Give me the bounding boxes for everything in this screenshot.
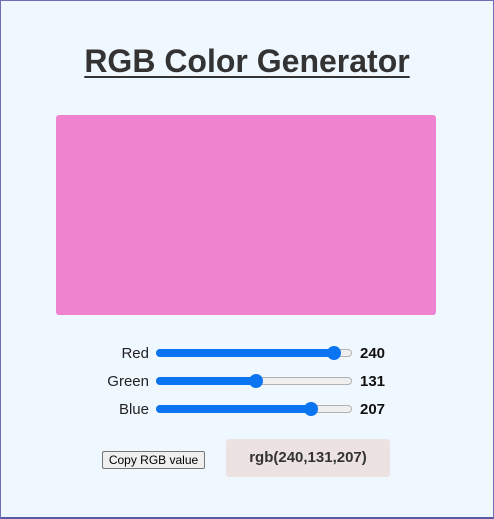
green-value: 131 — [360, 373, 386, 390]
blue-slider-fill — [156, 405, 312, 413]
red-slider-fill — [156, 349, 336, 357]
green-slider-fill — [156, 377, 258, 385]
red-slider-row: Red 240 — [1, 343, 494, 365]
blue-slider-row: Blue 207 — [1, 399, 494, 421]
blue-value: 207 — [360, 401, 386, 418]
color-preview — [56, 115, 436, 315]
red-slider[interactable] — [156, 346, 352, 360]
red-label: Red — [121, 345, 149, 362]
blue-slider[interactable] — [156, 402, 352, 416]
red-value: 240 — [360, 345, 386, 362]
blue-label: Blue — [118, 401, 149, 418]
copy-rgb-button[interactable]: Copy RGB value — [102, 451, 205, 469]
page-title: RGB Color Generator — [84, 43, 410, 79]
green-label: Green — [107, 373, 149, 390]
red-slider-thumb[interactable] — [327, 346, 342, 360]
green-slider-thumb[interactable] — [249, 374, 264, 388]
app-window: RGB Color Generator Red 240 Green 131 Bl… — [0, 0, 494, 519]
green-slider[interactable] — [156, 374, 352, 388]
rgb-value-display: rgb(240,131,207) — [226, 439, 390, 477]
green-slider-row: Green 131 — [1, 371, 494, 393]
blue-slider-thumb[interactable] — [303, 402, 318, 416]
